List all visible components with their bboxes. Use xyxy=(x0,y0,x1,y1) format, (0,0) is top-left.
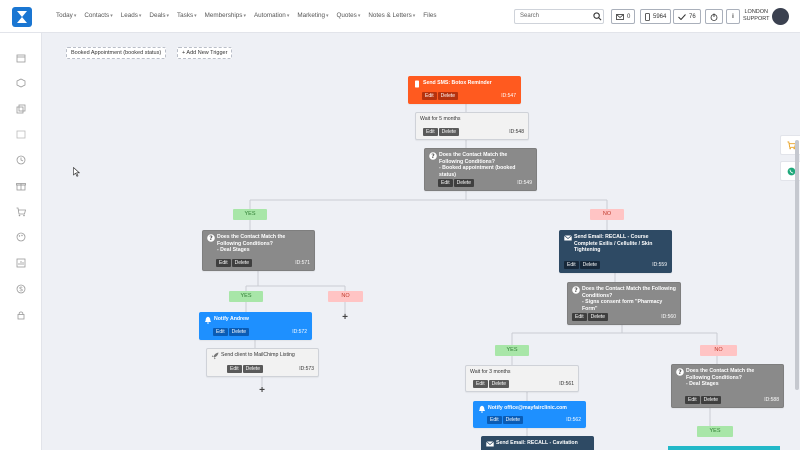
edit-button[interactable]: Edit xyxy=(422,91,437,100)
question-icon: ? xyxy=(429,152,437,160)
delete-button[interactable]: Delete xyxy=(231,258,253,267)
bell-icon xyxy=(205,316,211,324)
node-wait-5-months[interactable]: Wait for 5 months Edit Delete ID:548 xyxy=(415,112,529,140)
question-icon: ? xyxy=(572,286,580,294)
envelope-icon xyxy=(564,235,572,241)
branch-no-label: NO xyxy=(700,345,737,356)
branch-yes-label: YES xyxy=(229,291,263,302)
edit-button[interactable]: Edit xyxy=(227,364,242,373)
node-mailchimp[interactable]: Send client to MailChimp Listing Edit Del… xyxy=(206,348,319,377)
node-id: ID:549 xyxy=(517,179,532,186)
delete-button[interactable]: Delete xyxy=(437,91,459,100)
delete-button[interactable]: Delete xyxy=(488,379,510,388)
rocket-icon xyxy=(211,352,219,360)
edit-button[interactable]: Edit xyxy=(572,312,587,321)
node-id: ID:572 xyxy=(292,328,307,335)
branch-yes-label: YES xyxy=(697,426,733,437)
node-send-email-recall[interactable]: Send Email: RECALL - Course Complete Exi… xyxy=(559,230,672,273)
delete-button[interactable]: Delete xyxy=(579,260,601,269)
edit-button[interactable]: Edit xyxy=(487,415,502,424)
svg-text:?: ? xyxy=(678,369,682,376)
delete-button[interactable]: Delete xyxy=(587,312,609,321)
question-icon: ? xyxy=(207,234,215,242)
node-send-email-cavitation[interactable]: Send Email: RECALL - Cavitation xyxy=(481,436,594,450)
edit-button[interactable]: Edit xyxy=(564,260,579,269)
envelope-icon xyxy=(486,441,494,447)
trigger-booked-appointment[interactable]: Booked Appointment (booked status) xyxy=(66,47,167,59)
node-condition-deal-stages[interactable]: ? Does the Contact Match the Following C… xyxy=(202,230,315,271)
svg-text:?: ? xyxy=(431,153,435,160)
phone-icon xyxy=(415,80,419,88)
node-notify-andrew[interactable]: Notify Andrew Edit Delete ID:572 xyxy=(199,312,312,340)
branch-no-label: NO xyxy=(590,209,624,220)
node-wait-3-months[interactable]: Wait for 3 months Edit Delete ID:561 xyxy=(465,365,579,392)
node-id: ID:560 xyxy=(661,313,676,320)
mouse-cursor-icon xyxy=(73,167,80,177)
add-trigger-button[interactable]: + Add New Trigger xyxy=(177,47,233,59)
edit-button[interactable]: Edit xyxy=(685,395,700,404)
delete-button[interactable]: Delete xyxy=(453,178,475,187)
question-icon: ? xyxy=(676,368,684,376)
node-send-sms[interactable]: Send SMS: Botox Reminder Edit Delete ID:5… xyxy=(408,76,521,104)
branch-no-label: NO xyxy=(328,291,363,302)
canvas-scrollbar[interactable] xyxy=(795,140,799,390)
delete-button[interactable]: Delete xyxy=(700,395,722,404)
node-id: ID:548 xyxy=(509,128,524,135)
edit-button[interactable]: Edit xyxy=(213,327,228,336)
node-condition-deal-stages-2[interactable]: ? Does the Contact Match the Following C… xyxy=(671,364,784,408)
svg-text:?: ? xyxy=(574,287,578,294)
node-id: ID:559 xyxy=(652,261,667,268)
node-id: ID:573 xyxy=(299,365,314,372)
branch-yes-label: YES xyxy=(495,345,529,356)
edit-button[interactable]: Edit xyxy=(473,379,488,388)
node-next-partial[interactable] xyxy=(668,446,780,450)
node-id: ID:561 xyxy=(559,380,574,387)
node-condition-consent-form[interactable]: ? Does the Contact Match the Following C… xyxy=(567,282,681,325)
delete-button[interactable]: Delete xyxy=(502,415,524,424)
delete-button[interactable]: Delete xyxy=(228,327,250,336)
delete-button[interactable]: Delete xyxy=(242,364,264,373)
add-step-icon[interactable]: + xyxy=(340,313,350,323)
node-condition-booked[interactable]: ? Does the Contact Match the Following C… xyxy=(424,148,537,191)
edit-button[interactable]: Edit xyxy=(438,178,453,187)
add-step-icon[interactable]: + xyxy=(257,386,267,396)
node-id: ID:571 xyxy=(295,259,310,266)
node-id: ID:588 xyxy=(764,396,779,403)
node-id: ID:562 xyxy=(566,416,581,423)
branch-yes-label: YES xyxy=(233,209,267,220)
edit-button[interactable]: Edit xyxy=(216,258,231,267)
bell-icon xyxy=(479,405,485,413)
edit-button[interactable]: Edit xyxy=(423,127,438,136)
delete-button[interactable]: Delete xyxy=(438,127,460,136)
node-notify-office[interactable]: Notify office@mayfairclinic.com Edit Dele… xyxy=(473,401,586,428)
svg-text:?: ? xyxy=(209,235,213,242)
node-id: ID:547 xyxy=(501,92,516,99)
